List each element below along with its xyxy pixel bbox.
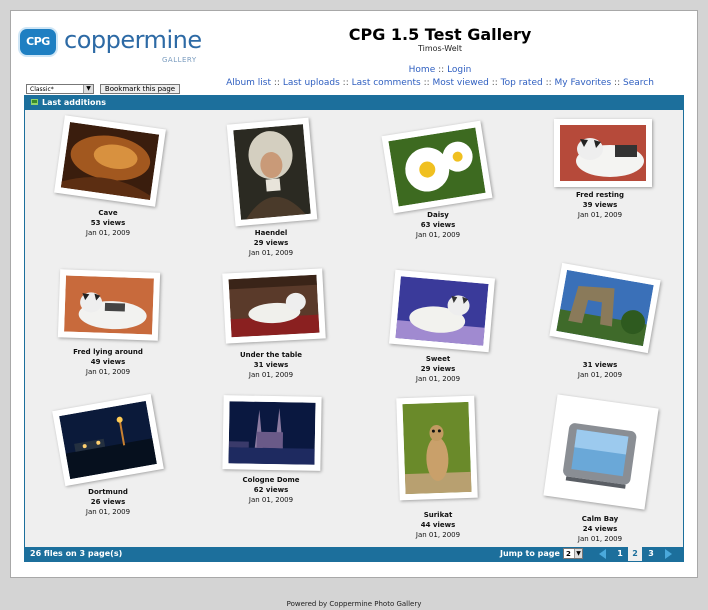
page-1-link[interactable]: 1 (613, 547, 627, 561)
nav-album-list[interactable]: Album list (226, 78, 271, 88)
thumbnail-dortmund[interactable] (52, 393, 164, 487)
page-2-current: 2 (628, 547, 642, 561)
thumbnail-surikat[interactable] (396, 395, 478, 501)
nav-secondary: Album list :: Last uploads :: Last comme… (226, 78, 654, 88)
thumbnail-caption: Cologne Dome 62 views Jan 01, 2009 (242, 476, 300, 504)
thumbnail-caption: Under the table 31 views Jan 01, 2009 (239, 351, 303, 379)
thumbnail-caption: Haendel 29 views Jan 01, 2009 (248, 229, 294, 257)
portrait-photo (233, 124, 311, 220)
thumbnail-haendel[interactable] (226, 117, 318, 227)
cat-photo (228, 274, 320, 338)
nav-top-rated[interactable]: Top rated (501, 78, 543, 88)
nav-separator: :: (438, 65, 445, 75)
arrow-right-icon (664, 549, 672, 559)
chevron-down-icon: ▼ (574, 549, 582, 558)
last-additions-panel: Last additions Cave 53 views Jan 01, 2009 … (24, 95, 684, 562)
thumbnail-under-the-table[interactable] (222, 268, 326, 344)
thumbnail-caption: Surikat 44 views Jan 01, 2009 (415, 511, 461, 539)
ruin-photo (556, 269, 654, 347)
cat-photo (395, 276, 489, 346)
chevron-down-icon: ▼ (83, 85, 93, 93)
bookmark-button[interactable]: Bookmark this page (100, 84, 180, 94)
logo-wordmark: coppermine (64, 26, 202, 54)
thumbnail-caption: Sweet 29 views Jan 01, 2009 (415, 355, 461, 383)
thumbnail-sweet[interactable] (388, 269, 496, 353)
panel-footer: 26 files on 3 page(s) Jump to page 2 ▼ 1… (25, 547, 683, 561)
thumbnail-caption: Calm Bay 24 views Jan 01, 2009 (577, 515, 623, 543)
city-night-photo (59, 400, 157, 480)
gallery-subtitle: Timos-Welt (417, 44, 462, 53)
thumbnail-caption: 31 views Jan 01, 2009 (577, 361, 623, 379)
thumbnail-cologne-dome[interactable] (222, 395, 322, 471)
arrow-left-icon (598, 549, 606, 559)
logo-subtitle: GALLERY (162, 56, 197, 64)
cathedral-photo (228, 401, 316, 465)
thumbnail-ruin[interactable] (549, 262, 661, 354)
tv-photo (550, 401, 652, 503)
nav-login[interactable]: Login (447, 65, 471, 75)
thumbnail-fred-lying-around[interactable] (57, 269, 161, 341)
nav-last-comments[interactable]: Last comments (352, 78, 421, 88)
cat-photo (560, 125, 646, 181)
top-navigation: Home :: Login Album list :: Last uploads… (200, 64, 680, 90)
powered-by-footer: Powered by Coppermine Photo Gallery (286, 600, 422, 608)
next-page-button[interactable] (661, 547, 675, 561)
logo-badge: CPG (20, 29, 56, 55)
panel-title: Last additions (42, 98, 106, 107)
cave-photo (60, 122, 160, 200)
previous-page-button[interactable] (595, 547, 609, 561)
site-logo[interactable]: CPG coppermine GALLERY (20, 26, 202, 71)
thumbnail-daisy[interactable] (381, 120, 493, 214)
gallery-title: CPG 1.5 Test Gallery (348, 25, 532, 44)
thumbnail-calm-bay[interactable] (543, 394, 659, 510)
nav-search[interactable]: Search (623, 78, 654, 88)
jump-to-page-select[interactable]: 2 ▼ (563, 548, 583, 559)
nav-most-viewed[interactable]: Most viewed (433, 78, 489, 88)
daisy-photo (388, 127, 486, 207)
thumbnail-fred-resting[interactable] (554, 119, 652, 187)
theme-select[interactable]: Classic* ▼ (26, 84, 94, 94)
nav-my-favorites[interactable]: My Favorites (555, 78, 612, 88)
page-3-link[interactable]: 3 (644, 547, 658, 561)
nav-home[interactable]: Home (409, 65, 436, 75)
thumbnail-cave[interactable] (54, 115, 166, 207)
nav-primary: Home :: Login (200, 64, 680, 77)
meerkat-photo (402, 401, 472, 495)
jump-to-page-label: Jump to page (500, 549, 560, 558)
cat-photo (64, 275, 154, 335)
thumbnail-caption: Daisy 63 views Jan 01, 2009 (415, 211, 461, 239)
thumbnail-caption: Fred resting 39 views Jan 01, 2009 (575, 191, 625, 219)
file-count: 26 files on 3 page(s) (30, 549, 123, 558)
panel-header: Last additions (25, 96, 683, 110)
thumbnail-caption: Cave 53 views Jan 01, 2009 (85, 209, 131, 237)
thumbnail-caption: Dortmund 26 views Jan 01, 2009 (85, 488, 131, 516)
thumbnail-caption: Fred lying around 49 views Jan 01, 2009 (73, 348, 143, 376)
nav-last-uploads[interactable]: Last uploads (283, 78, 340, 88)
album-icon (31, 99, 38, 105)
